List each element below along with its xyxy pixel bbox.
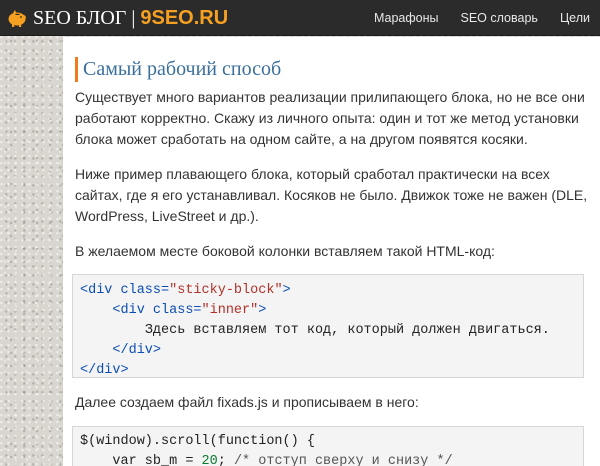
paragraph-html-intro: В желаемом месте боковой колонки вставля… [75, 241, 593, 262]
code-line: <div class="inner"> [112, 303, 267, 318]
code-line: </div> [112, 343, 162, 358]
paragraph-line: В желаемом месте боковой колонки вставля… [75, 243, 495, 259]
paragraph-line: Ниже пример плавающего блока, который ср… [75, 166, 550, 182]
nav-link-seo-dictionary[interactable]: SEO словарь [461, 11, 538, 25]
code-line: $(window).scroll(function() { [80, 434, 315, 449]
site-logo[interactable]: SEO БЛОГ | 9SEO.RU [33, 7, 228, 29]
logo-separator: | [131, 7, 136, 29]
paragraph-line: работают корректно. Скажу из личного опы… [75, 110, 579, 126]
code-line: Здесь вставляем тот код, который должен … [144, 323, 550, 338]
html-code-block[interactable]: <div class="sticky-block"> <div class="i… [72, 274, 584, 378]
site-header: SEO БЛОГ | 9SEO.RU Марафоны SEO словарь … [0, 0, 600, 36]
main-nav: Марафоны SEO словарь Цели [374, 0, 600, 36]
paragraph-line: WordPress, LiveStreet и др.). [75, 208, 259, 224]
logo-text: SEO БЛОГ [33, 7, 127, 29]
paragraph-line: блока может сработать на одном сайте, а … [75, 131, 528, 147]
section-heading: Самый рабочий способ [75, 57, 281, 82]
code-line: var sb_m = 20; /* отступ сверху и снизу … [112, 454, 453, 466]
paragraph-intro: Существует много вариантов реализации пр… [75, 87, 593, 150]
paragraph-example: Ниже пример плавающего блока, который ср… [75, 164, 593, 227]
nav-link-marathons[interactable]: Марафоны [374, 11, 439, 25]
code-line: </div> [80, 363, 129, 378]
article-content: Самый рабочий способ Существует много ва… [63, 37, 600, 466]
paragraph-line: сайтах, где я его устанавливал. Косяков … [75, 187, 588, 203]
paragraph-line: Существует много вариантов реализации пр… [75, 89, 585, 105]
logo-brand: 9SEO.RU [140, 7, 229, 29]
paragraph-js-intro: Далее создаем файл fixads.js и прописыва… [75, 392, 593, 413]
piggy-bank-icon[interactable] [6, 7, 28, 29]
js-code-block[interactable]: $(window).scroll(function() { var sb_m =… [72, 426, 584, 466]
code-line: <div class="sticky-block"> [80, 283, 291, 298]
paragraph-line: Далее создаем файл fixads.js и прописыва… [75, 394, 419, 410]
nav-link-goals[interactable]: Цели [560, 11, 590, 25]
